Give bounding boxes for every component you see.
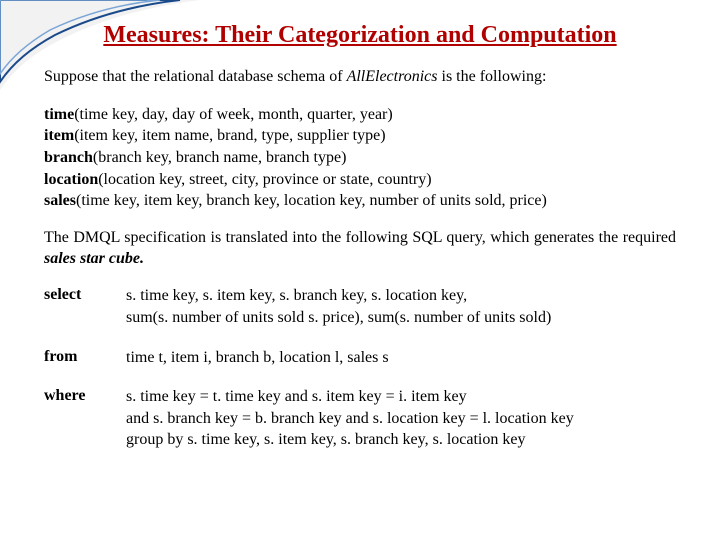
intro-text-suffix: is the following: xyxy=(438,68,547,85)
dmql-text-prefix: The DMQL specification is translated int… xyxy=(44,229,676,246)
sql-from-keyword: from xyxy=(44,347,118,369)
sql-block: select s. time key, s. item key, s. bran… xyxy=(44,285,676,451)
sql-where-line1: s. time key = t. time key and s. item ke… xyxy=(126,388,467,405)
relation-cols: (branch key, branch name, branch type) xyxy=(93,149,347,166)
sql-select-line1: s. time key, s. item key, s. branch key,… xyxy=(126,287,467,304)
relation-cols: (time key, item key, branch key, locatio… xyxy=(76,192,547,209)
relation-name: location xyxy=(44,171,98,188)
slide: Measures: Their Categorization and Compu… xyxy=(0,0,720,540)
sql-where-line2: and s. branch key = b. branch key and s.… xyxy=(126,410,574,427)
intro-company-name: AllElectronics xyxy=(347,68,438,85)
schema-line-item: item(item key, item name, brand, type, s… xyxy=(44,125,676,147)
relation-name: item xyxy=(44,127,74,144)
slide-content: Measures: Their Categorization and Compu… xyxy=(0,0,720,451)
sql-where-keyword: where xyxy=(44,386,118,451)
slide-body: Suppose that the relational database sch… xyxy=(44,67,676,451)
sql-select-body: s. time key, s. item key, s. branch key,… xyxy=(126,285,676,328)
dmql-cube-name: sales star cube. xyxy=(44,250,144,267)
schema-line-time: time(time key, day, day of week, month, … xyxy=(44,104,676,126)
schema-line-sales: sales(time key, item key, branch key, lo… xyxy=(44,190,676,212)
slide-title: Measures: Their Categorization and Compu… xyxy=(44,22,676,49)
relation-cols: (item key, item name, brand, type, suppl… xyxy=(74,127,385,144)
dmql-paragraph: The DMQL specification is translated int… xyxy=(44,228,676,270)
relation-name: branch xyxy=(44,149,93,166)
relation-cols: (location key, street, city, province or… xyxy=(98,171,431,188)
sql-where-line3: group by s. time key, s. item key, s. br… xyxy=(126,431,525,448)
sql-select-line2: sum(s. number of units sold s. price), s… xyxy=(126,309,551,326)
relation-name: time xyxy=(44,106,74,123)
sql-select-keyword: select xyxy=(44,285,118,328)
relation-cols: (time key, day, day of week, month, quar… xyxy=(74,106,393,123)
intro-paragraph: Suppose that the relational database sch… xyxy=(44,67,676,88)
schema-line-branch: branch(branch key, branch name, branch t… xyxy=(44,147,676,169)
schema-block: time(time key, day, day of week, month, … xyxy=(44,104,676,212)
schema-line-location: location(location key, street, city, pro… xyxy=(44,169,676,191)
relation-name: sales xyxy=(44,192,76,209)
sql-from-body: time t, item i, branch b, location l, sa… xyxy=(126,347,676,369)
sql-where-body: s. time key = t. time key and s. item ke… xyxy=(126,386,676,451)
intro-text-prefix: Suppose that the relational database sch… xyxy=(44,68,347,85)
